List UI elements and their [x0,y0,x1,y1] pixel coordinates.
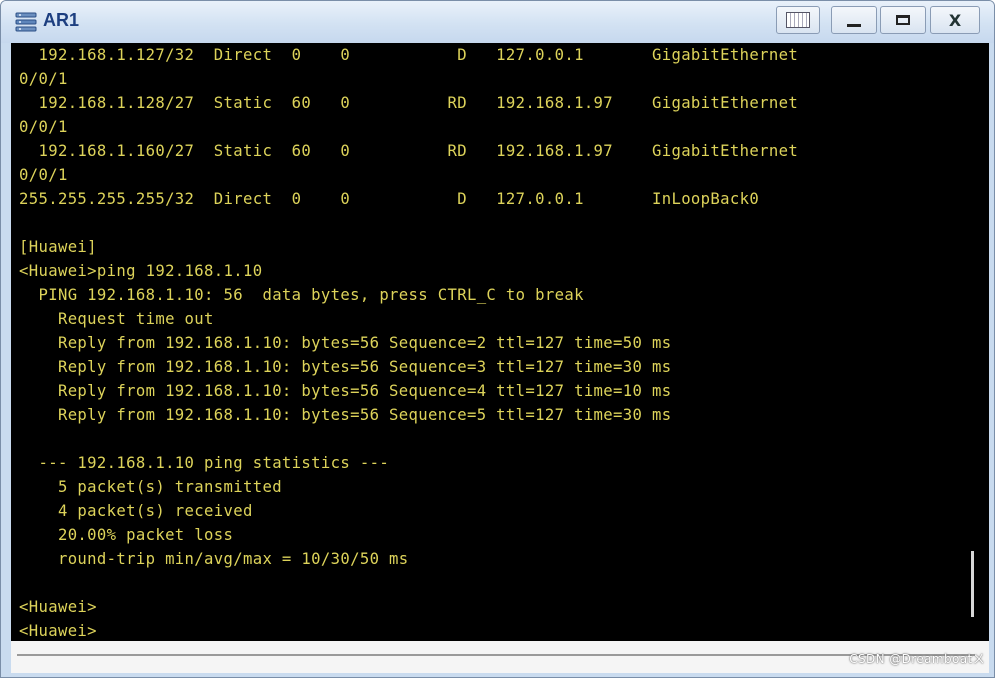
terminal-line: Reply from 192.168.1.10: bytes=56 Sequen… [19,406,672,424]
scrollbar-thumb[interactable] [971,551,974,617]
terminal-line: 192.168.1.160/27 Static 60 0 RD 192.168.… [19,142,799,160]
terminal-line: [Huawei] [19,238,97,256]
terminal-line: --- 192.168.1.10 ping statistics --- [19,454,390,472]
close-icon: X [948,10,962,30]
terminal-line: 5 packet(s) transmitted [19,478,282,496]
restore-icon [786,12,810,28]
window-title: AR1 [43,10,80,30]
terminal-line: Request time out [19,310,214,328]
terminal-line: Reply from 192.168.1.10: bytes=56 Sequen… [19,358,672,376]
terminal-line: 0/0/1 [19,118,68,136]
terminal-line: <Huawei> [19,622,97,640]
terminal-line: PING 192.168.1.10: 56 data bytes, press … [19,286,584,304]
minimize-button[interactable] [831,6,877,34]
terminal-line: 20.00% packet loss [19,526,234,544]
terminal-line: Reply from 192.168.1.10: bytes=56 Sequen… [19,382,672,400]
terminal-frame: 192.168.1.127/32 Direct 0 0 D 127.0.0.1 … [11,43,989,673]
terminal-line: <Huawei> [19,598,97,616]
title-bar[interactable]: AR1 X [1,1,994,43]
maximize-icon [896,15,910,25]
horizontal-scrollbar-track [17,654,975,656]
terminal-line: 192.168.1.128/27 Static 60 0 RD 192.168.… [19,94,799,112]
terminal-line: 0/0/1 [19,166,68,184]
restore-button[interactable] [776,6,820,34]
csdn-watermark: CSDN @Dreamboatㄨ [849,652,985,666]
terminal-line: 4 packet(s) received [19,502,253,520]
terminal-line: <Huawei>ping 192.168.1.10 [19,262,263,280]
horizontal-scrollbar[interactable] [11,641,989,673]
terminal-output[interactable]: 192.168.1.127/32 Direct 0 0 D 127.0.0.1 … [11,43,957,641]
vertical-scrollbar[interactable] [957,43,989,641]
terminal-line: round-trip min/avg/max = 10/30/50 ms [19,550,409,568]
maximize-button[interactable] [880,6,926,34]
terminal-line: 255.255.255.255/32 Direct 0 0 D 127.0.0.… [19,190,760,208]
terminal-window: AR1 X 192.168.1.127/32 Direct 0 0 D 127.… [0,0,995,678]
terminal-line: Reply from 192.168.1.10: bytes=56 Sequen… [19,334,672,352]
terminal-line: 192.168.1.127/32 Direct 0 0 D 127.0.0.1 … [19,46,799,64]
terminal-line: 0/0/1 [19,70,68,88]
router-app-icon [15,11,37,33]
close-button[interactable]: X [930,6,980,34]
minimize-icon [847,23,861,27]
